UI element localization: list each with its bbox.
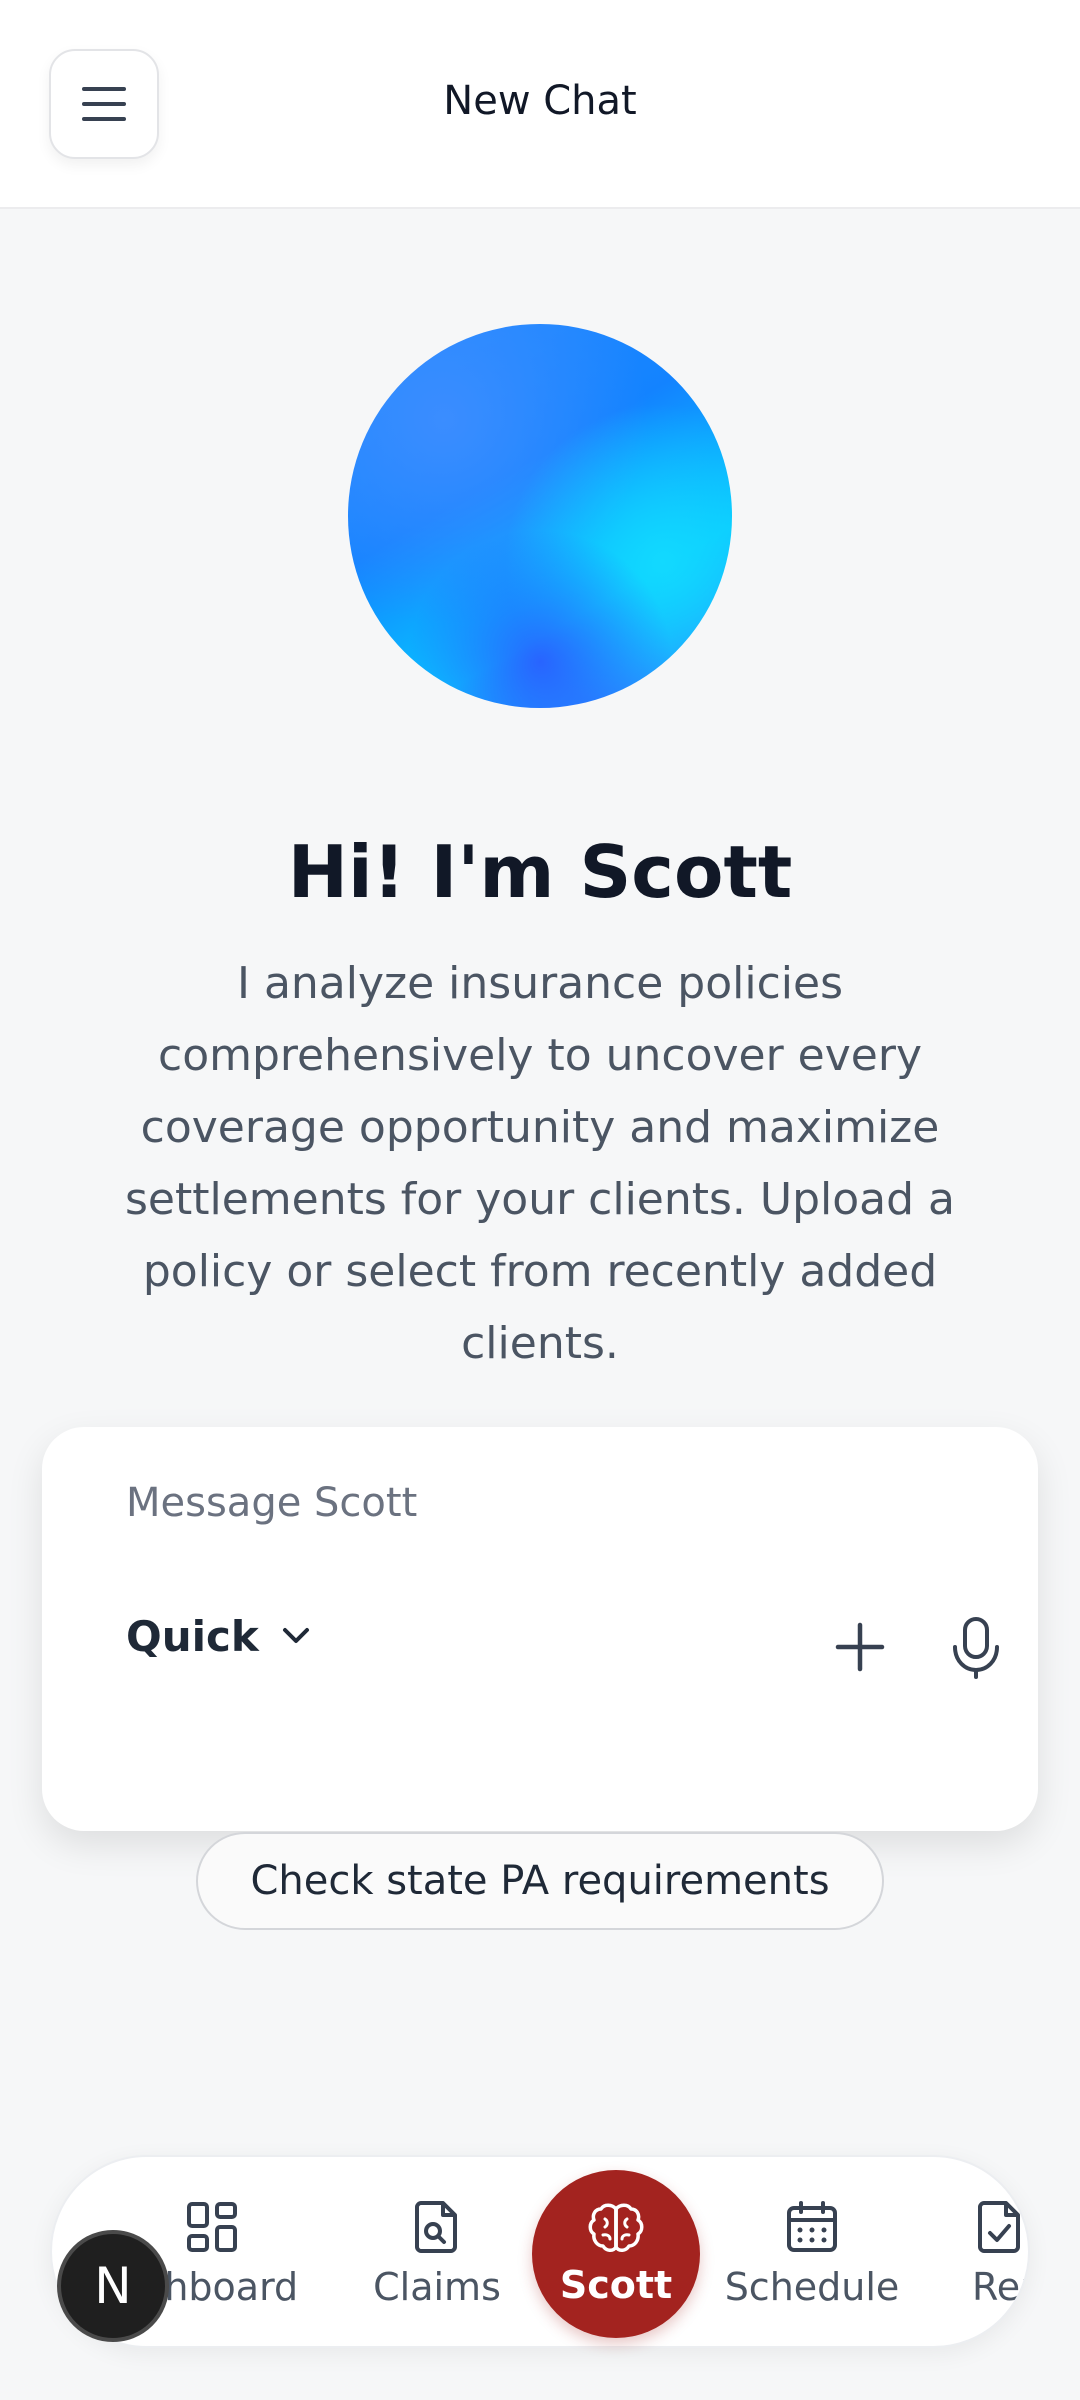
nav-item-scott[interactable]: Scott bbox=[532, 2170, 700, 2338]
suggestion-chip[interactable]: Check state PA requirements bbox=[196, 1832, 884, 1930]
mode-selector[interactable]: Quick bbox=[126, 1601, 311, 1671]
user-avatar-badge[interactable]: N bbox=[57, 2230, 169, 2342]
mode-label: Quick bbox=[126, 1611, 259, 1661]
message-input[interactable] bbox=[126, 1473, 926, 1533]
brain-icon bbox=[588, 2203, 644, 2252]
plus-icon bbox=[835, 1622, 885, 1672]
microphone-icon bbox=[953, 1617, 999, 1679]
attach-button[interactable] bbox=[812, 1599, 908, 1695]
document-search-icon bbox=[415, 2200, 457, 2253]
message-composer: Quick bbox=[42, 1427, 1038, 1831]
dashboard-grid-icon bbox=[187, 2201, 237, 2252]
intro-text: I analyze insurance policies comprehensi… bbox=[124, 958, 956, 1369]
app-header: New Chat bbox=[0, 0, 1080, 209]
nav-item-claims[interactable]: Claims bbox=[352, 2157, 522, 2346]
scott-avatar-orb bbox=[348, 324, 732, 708]
microphone-button[interactable] bbox=[928, 1599, 1024, 1695]
nav-label: Reports bbox=[972, 2264, 1028, 2309]
nav-item-schedule[interactable]: Schedule bbox=[712, 2157, 912, 2346]
chevron-down-icon bbox=[282, 1628, 309, 1643]
nav-item-reports[interactable]: Reports bbox=[972, 2157, 1028, 2346]
nav-label: Scott bbox=[559, 2263, 673, 2307]
calendar-icon bbox=[787, 2200, 837, 2252]
document-check-icon bbox=[978, 2200, 1020, 2253]
greeting-heading: Hi! I'm Scott bbox=[287, 830, 793, 914]
nav-label: Claims bbox=[373, 2264, 501, 2309]
page-title: New Chat bbox=[443, 78, 637, 124]
nav-label: Schedule bbox=[724, 2264, 900, 2309]
